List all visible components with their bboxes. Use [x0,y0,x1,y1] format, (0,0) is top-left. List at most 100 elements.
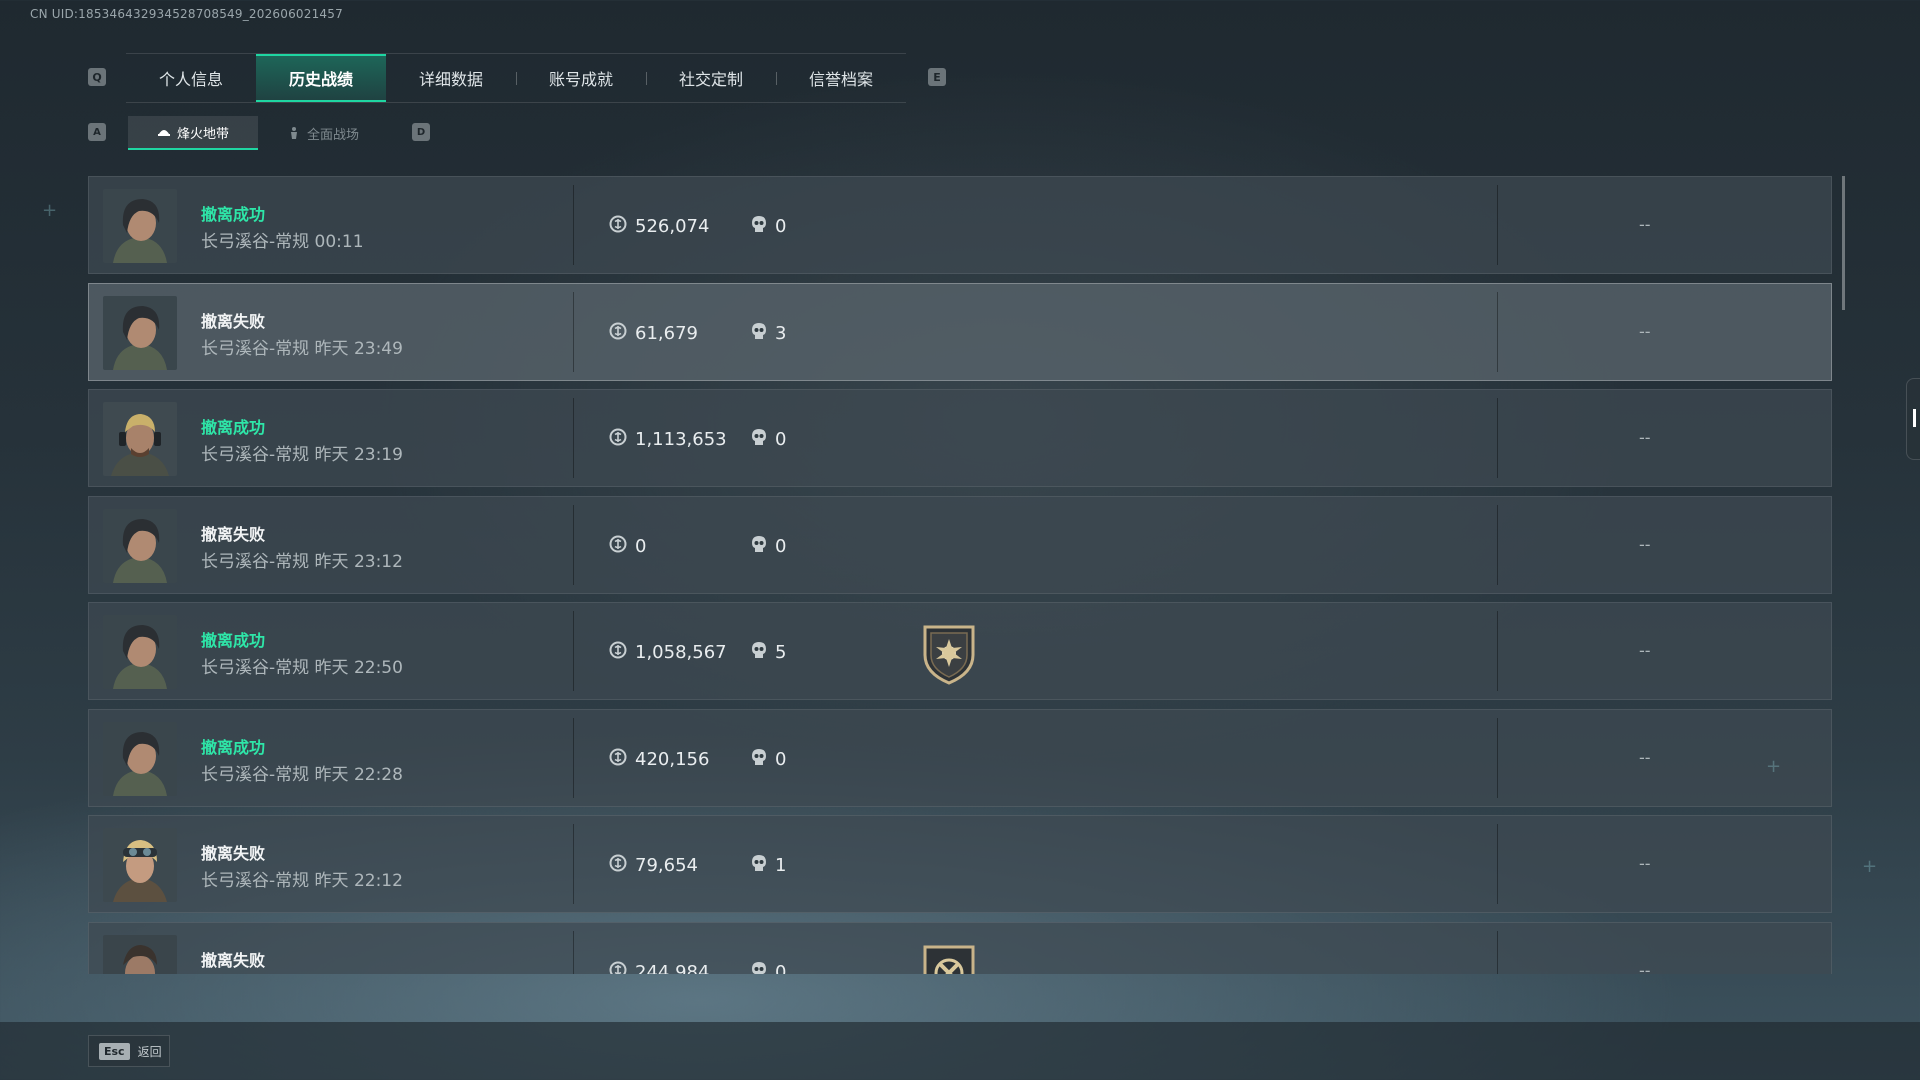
column-divider [1497,185,1498,265]
decor-plus: + [1766,756,1782,777]
next-main-tab-key[interactable]: E [928,68,946,86]
soldier-icon [287,126,301,140]
kill-count: 0 [775,748,787,770]
operator-avatar [103,615,177,689]
kill-count: 5 [775,642,787,663]
tab-personal-info[interactable]: 个人信息 [126,54,256,102]
extraction-status: 撤离成功 [201,631,266,650]
skull-icon [751,322,767,345]
value-amount: 1,058,567 [635,642,727,663]
value-cell: 420,156 [609,748,709,771]
value-amount: 0 [635,535,647,557]
column-divider [1497,930,1498,974]
operator-avatar [103,402,177,476]
map-and-time: 长弓溪谷-常规 昨天 23:19 [201,445,403,465]
match-record-row[interactable]: 撤离失败 长弓溪谷-常规 昨天 23:12 0 0 -- [88,495,1832,594]
operator-avatar [103,189,177,263]
value-amount: 526,074 [635,216,710,237]
extraction-status: 撤离失败 [201,950,266,970]
extra-value: -- [1639,854,1651,873]
kills-cell: 0 [751,535,786,558]
column-divider [573,185,574,265]
kill-count: 0 [775,961,787,975]
tab-achievements[interactable]: 账号成就 [516,54,646,102]
value-amount: 1,113,653 [635,429,727,450]
match-record-row[interactable]: 撤离成功 长弓溪谷-常规 00:11 526,074 0 -- [88,176,1832,274]
column-divider [573,291,574,372]
value-amount: 420,156 [635,748,710,770]
value-cell: 79,654 [609,854,698,877]
column-divider [573,504,574,585]
match-record-row[interactable]: 撤离失败 长弓溪谷-常规 昨天 23:49 61,679 3 -- [88,282,1832,381]
extraction-status: 撤离失败 [201,311,266,331]
map-and-time: 长弓溪谷-常规 昨天 23:49 [201,338,403,359]
kill-count: 0 [775,429,787,450]
subtab-hazard-zone-label: 烽火地带 [176,126,229,142]
kills-cell: 5 [751,641,786,664]
bottom-bar [0,1022,1920,1080]
scrollbar[interactable] [1842,176,1845,310]
operator-avatar [103,828,177,902]
kill-count: 0 [775,216,787,237]
helmet-icon [157,125,171,139]
value-amount: 79,654 [635,855,698,876]
operator-avatar [103,721,177,796]
prev-main-tab-key[interactable]: Q [88,68,106,86]
decor-plus: + [42,200,58,221]
column-divider [1497,824,1498,904]
kills-cell: 1 [751,854,786,877]
kill-count: 0 [775,535,787,557]
map-and-time: 长弓溪谷-常规 昨天 22:12 [201,871,403,891]
kill-count: 3 [775,322,787,344]
extraction-status: 撤离成功 [201,418,266,437]
skull-icon [751,535,767,558]
column-divider [1497,717,1498,798]
kills-cell: 0 [751,215,786,238]
match-record-row[interactable]: 撤离失败长弓溪谷-常规 昨天 22:12 79,654 1 -- [88,815,1832,913]
match-record-row[interactable]: 撤离失败长弓溪谷-常规 昨天 21:52 244,984 0 -- [88,921,1832,975]
subtab-hazard-zone[interactable]: 烽火地带 [128,116,258,150]
coin-icon [609,854,627,877]
operator-avatar [103,295,177,370]
esc-key: Esc [99,1042,130,1060]
operator-avatar [103,508,177,583]
extra-value: -- [1639,534,1651,554]
extra-value: -- [1639,428,1651,447]
column-divider [1497,504,1498,585]
match-record-row[interactable]: 撤离成功 长弓溪谷-常规 昨天 22:28 420,156 0 -- [88,708,1832,807]
extra-value: -- [1639,747,1651,767]
skull-icon [751,748,767,771]
value-amount: 244,984 [635,961,710,975]
match-record-row[interactable]: 撤离成功长弓溪谷-常规 昨天 22:50 1,058,567 5 -- [88,602,1832,700]
coin-icon [609,215,627,238]
map-and-time: 长弓溪谷-常规 昨天 22:50 [201,658,403,678]
value-cell: 1,058,567 [609,641,727,664]
extraction-status: 撤离失败 [201,844,266,863]
tab-social-customization[interactable]: 社交定制 [646,54,776,102]
coin-icon [609,961,627,974]
tab-reputation[interactable]: 信誉档案 [776,54,906,102]
kills-cell: 3 [751,322,786,345]
next-sub-tab-key[interactable]: D [412,123,430,141]
tab-match-history[interactable]: 历史战绩 [256,54,386,102]
coin-icon [609,535,627,558]
column-divider [1497,398,1498,478]
tab-detailed-data[interactable]: 详细数据 [386,54,516,102]
extra-value: -- [1639,641,1651,660]
side-panel-handle[interactable] [1906,378,1920,460]
prev-sub-tab-key[interactable]: A [88,123,106,141]
skull-icon [751,854,767,877]
map-and-time: 长弓溪谷-常规 昨天 23:12 [201,551,403,572]
column-divider [573,824,574,904]
uid-label: CN UID:18534643293452870854​9_2026060214… [30,7,343,21]
match-record-row[interactable]: 撤离成功长弓溪谷-常规 昨天 23:19 1,113,653 0 -- [88,389,1832,487]
subtab-full-battlefield[interactable]: 全面战场 [258,116,388,150]
subtab-full-battlefield-label: 全面战场 [306,127,359,143]
shield-cross-badge [919,941,979,974]
value-cell: 526,074 [609,215,709,238]
column-divider [573,930,574,974]
value-cell: 1,113,653 [609,428,727,451]
back-button[interactable]: Esc 返回 [88,1035,170,1067]
value-cell: 244,984 [609,961,710,975]
extraction-status: 撤离成功 [201,737,266,757]
